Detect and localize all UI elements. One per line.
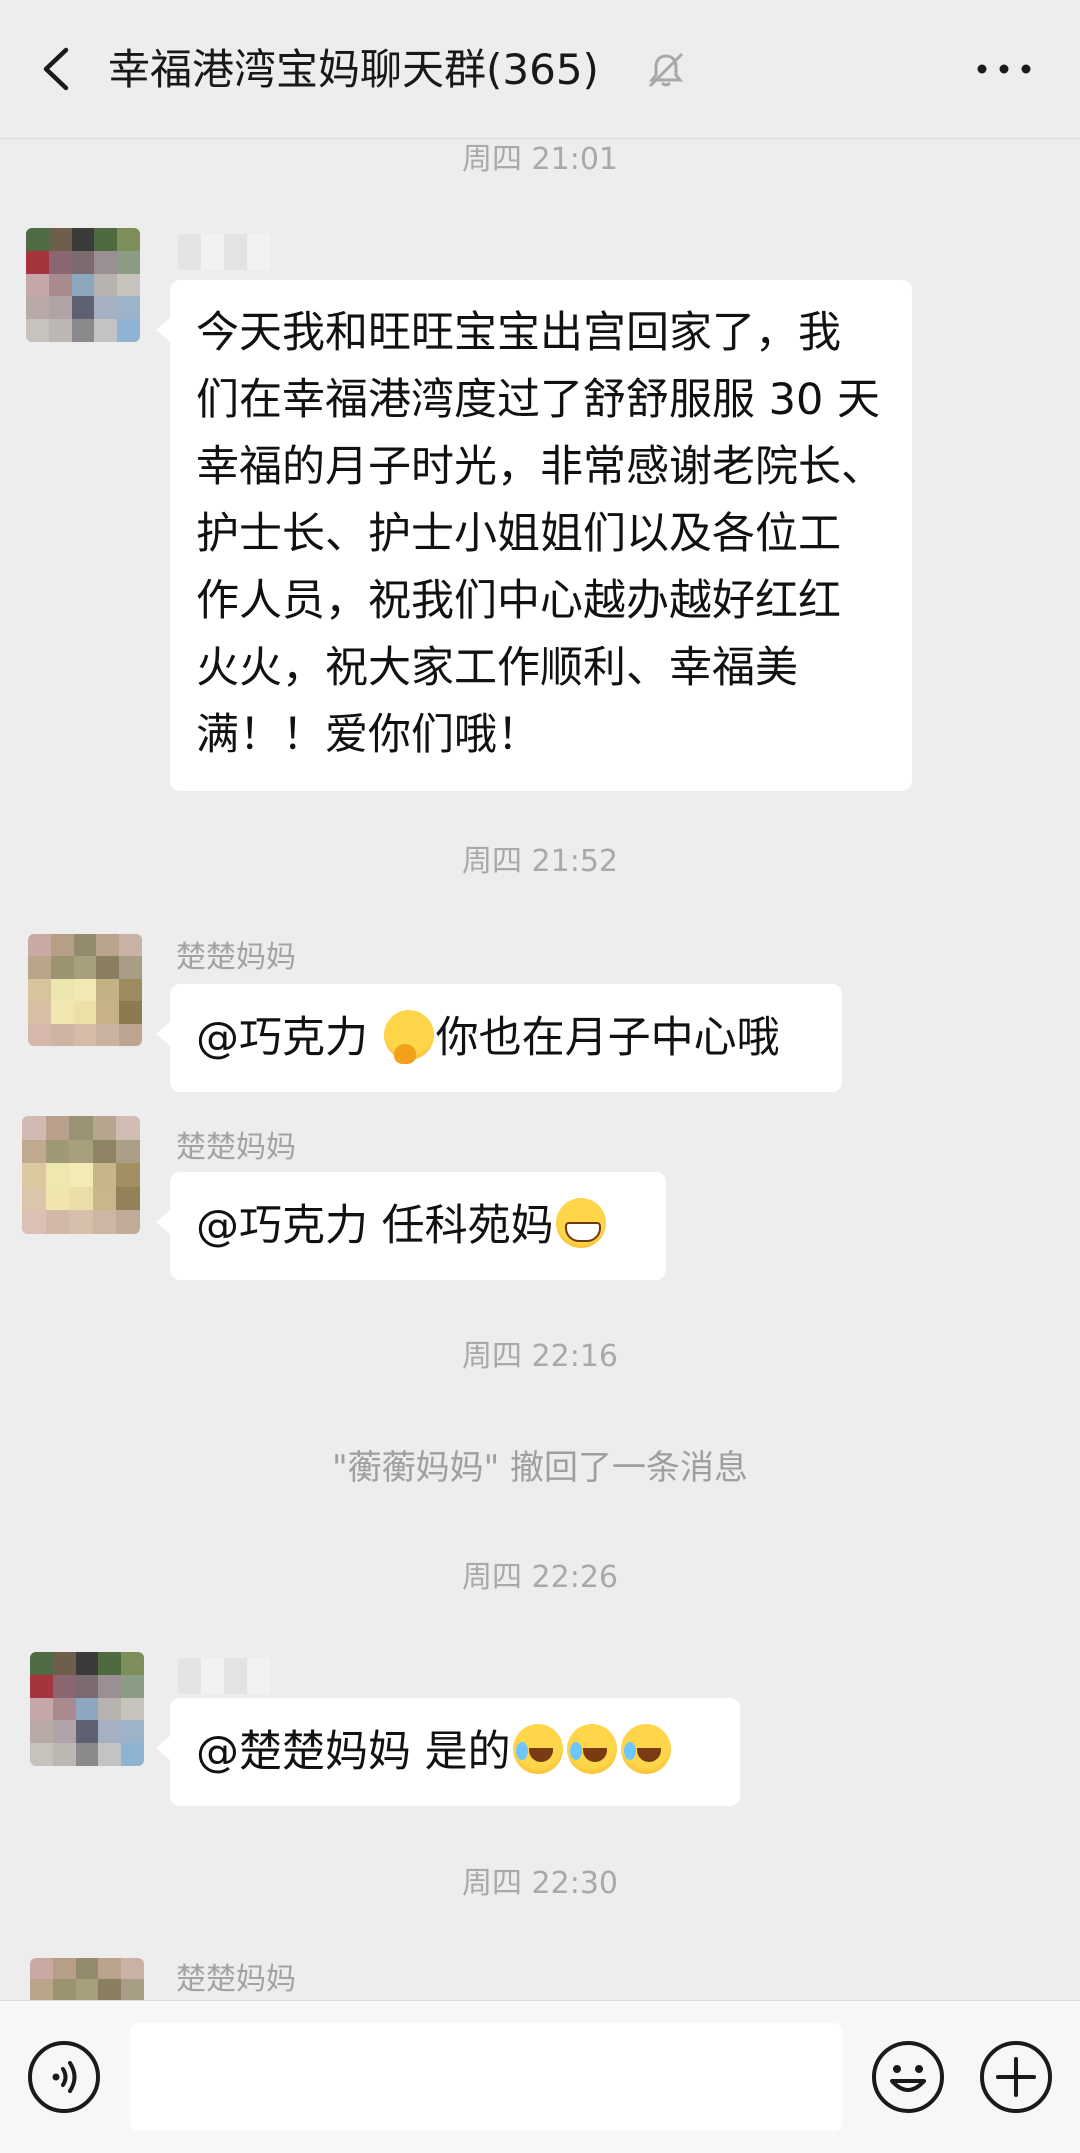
message-line: 火火，祝大家工作顺利、幸福美: [196, 643, 798, 693]
avatar[interactable]: [30, 1652, 144, 1766]
chat-title: 幸福港湾宝妈聊天群(365): [108, 45, 599, 94]
laughing-tears-emoji: [512, 1724, 563, 1774]
sender-name-redacted: [178, 1658, 270, 1694]
timestamp: 周四 21:01: [462, 142, 618, 177]
chat-header: 幸福港湾宝妈聊天群(365): [0, 0, 1080, 139]
message-text: 你也在月子中心哦: [435, 1013, 780, 1063]
voice-icon[interactable]: [26, 2039, 102, 2115]
timestamp: 周四 22:26: [462, 1560, 618, 1595]
message-text: @楚楚妈妈 是的: [196, 1727, 511, 1777]
more-dots-icon[interactable]: [976, 56, 1032, 82]
message-input[interactable]: [130, 2023, 842, 2131]
laughing-tears-emoji: [620, 1724, 671, 1774]
message-text: @巧克力: [196, 1013, 382, 1063]
message-line: 今天我和旺旺宝宝出宫回家了，我: [196, 308, 841, 358]
message-bubble[interactable]: @楚楚妈妈 是的: [156, 1698, 740, 1806]
grinning-face-emoji: [555, 1198, 606, 1248]
avatar[interactable]: [28, 934, 142, 1046]
message-line: 满！！爱你们哦！: [196, 710, 540, 760]
sender-name-redacted: [178, 234, 270, 270]
message-bubble[interactable]: @巧克力 你也在月子中心哦: [156, 984, 842, 1092]
chevron-left-icon[interactable]: [38, 46, 78, 92]
timestamp: 周四 22:30: [462, 1866, 618, 1901]
sender-name: 楚楚妈妈: [176, 940, 296, 975]
laughing-tears-emoji: [566, 1724, 617, 1774]
bell-off-icon: [648, 52, 684, 88]
message-text: @巧克力 任科苑妈: [196, 1201, 554, 1251]
input-bar: [0, 2000, 1080, 2153]
avatar[interactable]: [26, 228, 140, 342]
message-line: 护士长、护士小姐姐们以及各位工: [196, 509, 841, 559]
plus-icon[interactable]: [978, 2039, 1054, 2115]
avatar[interactable]: [22, 1116, 140, 1234]
timestamp: 周四 22:16: [462, 1339, 618, 1374]
avatar[interactable]: [30, 1958, 144, 2000]
message-line: 们在幸福港湾度过了舒舒服服 30 天: [196, 375, 881, 425]
sender-name: 楚楚妈妈: [176, 1962, 296, 1997]
thinking-face-emoji: [383, 1010, 434, 1064]
timestamp: 周四 21:52: [462, 844, 618, 879]
message-line: 幸福的月子时光，非常感谢老院长、: [196, 442, 884, 492]
emoji-icon[interactable]: [870, 2039, 946, 2115]
message-bubble[interactable]: 今天我和旺旺宝宝出宫回家了，我 们在幸福港湾度过了舒舒服服 30 天 幸福的月子…: [156, 280, 912, 791]
message-line: 作人员，祝我们中心越办越好红红: [196, 576, 841, 626]
message-bubble[interactable]: @巧克力 任科苑妈: [156, 1172, 666, 1280]
sender-name: 楚楚妈妈: [176, 1130, 296, 1165]
recall-notice: "蘅蘅妈妈" 撤回了一条消息: [331, 1448, 749, 1488]
